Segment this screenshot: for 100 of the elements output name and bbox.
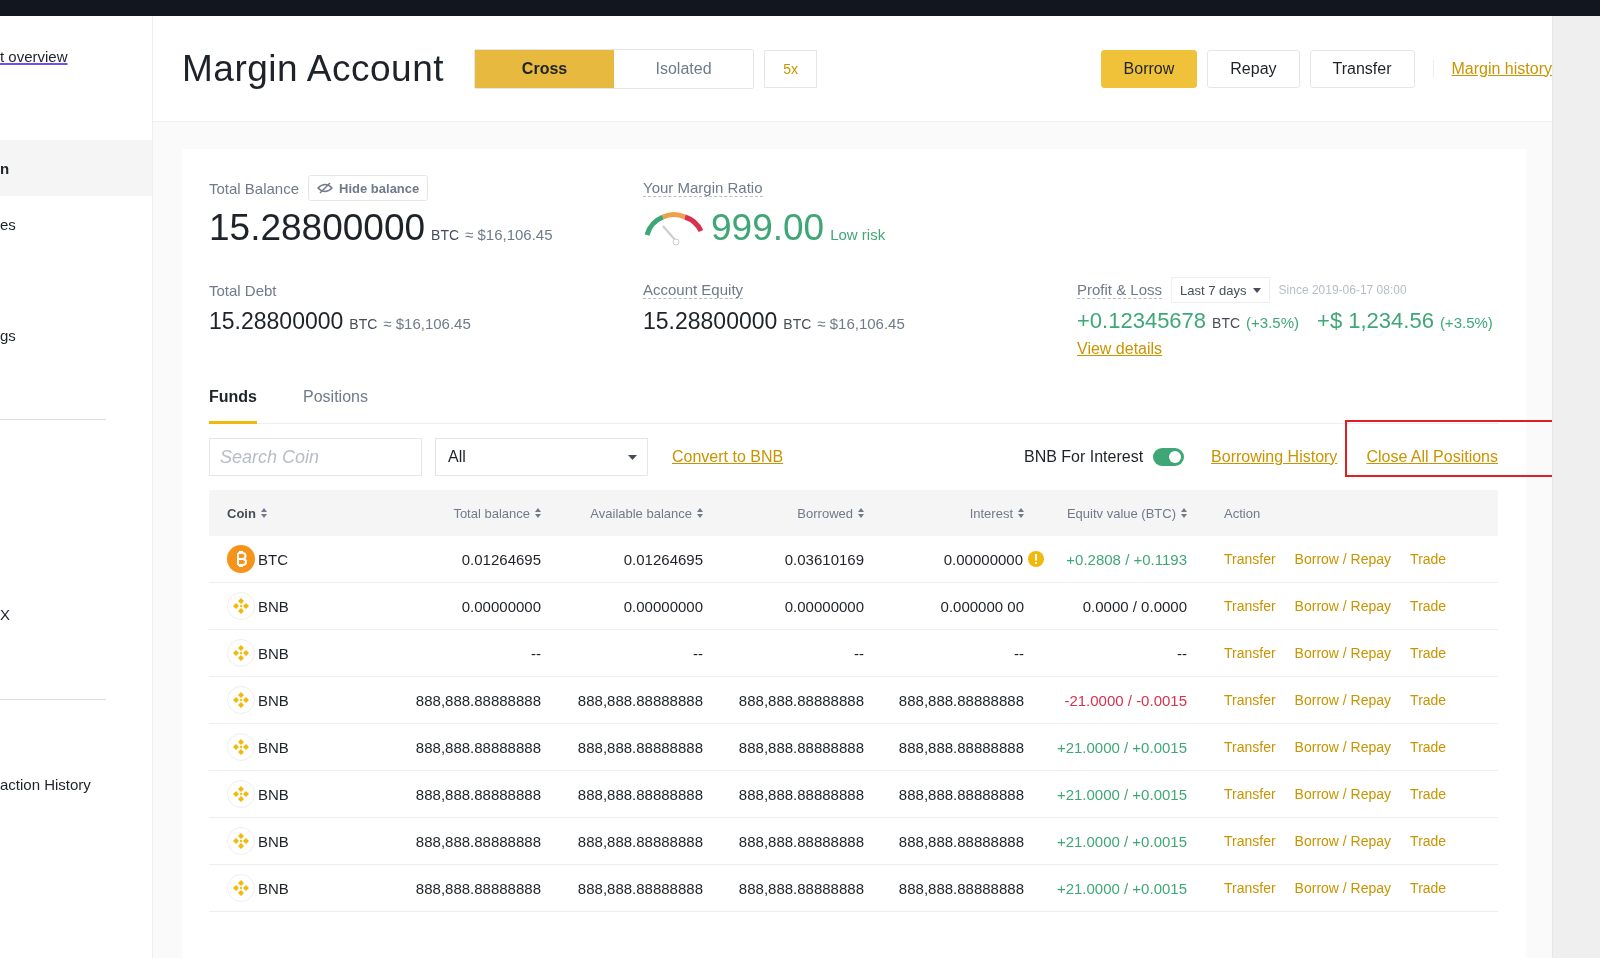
action-link[interactable]: Borrow / Repay <box>1294 880 1392 896</box>
tab[interactable]: Funds <box>209 388 257 424</box>
sidebar-link[interactable]: t overview <box>0 47 68 65</box>
borrowing-history-link[interactable]: Borrowing History <box>1211 448 1338 466</box>
column-header[interactable]: Borrowed <box>797 505 853 521</box>
table-cell: 888,888.88888888 <box>577 832 703 850</box>
table-cell: 0.01264695 <box>623 550 703 568</box>
action-link[interactable]: Transfer <box>1224 598 1276 614</box>
action-link[interactable]: Borrow / Repay <box>1294 598 1392 614</box>
column-header[interactable]: Total balance <box>453 505 530 521</box>
stat-label: Total Debt <box>209 281 277 299</box>
action-link[interactable]: Trade <box>1410 551 1447 567</box>
coin-name: BTC <box>258 550 288 568</box>
unit-label: BTC <box>349 316 378 332</box>
stat-label: Account Equity <box>643 281 744 299</box>
sidebar-item[interactable]: gs <box>0 307 152 363</box>
table-cell: 0.00000000 <box>943 550 1023 568</box>
diamond-coin-icon <box>227 874 255 902</box>
table-cell: 0.0000 / 0.0000 <box>1082 597 1187 615</box>
table-cell: 888,888.88888888 <box>898 785 1024 803</box>
sidebar-item[interactable]: action History <box>0 756 152 812</box>
action-link[interactable]: Trade <box>1410 598 1447 614</box>
sidebar-item[interactable]: X <box>0 586 152 642</box>
diamond-coin-icon <box>227 733 255 761</box>
margin-history-link[interactable]: Margin history <box>1451 59 1552 78</box>
table-cell: 888,888.88888888 <box>577 691 703 709</box>
table-cell: 0.00000000 <box>784 597 864 615</box>
action-link[interactable]: Transfer <box>1224 833 1276 849</box>
action-link[interactable]: Trade <box>1410 833 1447 849</box>
column-header[interactable]: Coin <box>227 505 256 521</box>
convert-link[interactable]: Convert to BNB <box>672 448 784 466</box>
column-header[interactable]: Interest <box>969 505 1013 521</box>
since-label: Since 2019-06-17 08:00 <box>1278 283 1407 297</box>
action-link[interactable]: Borrow / Repay <box>1294 786 1392 802</box>
action-link[interactable]: Trade <box>1410 880 1447 896</box>
table-cell: +21.0000 / +0.0015 <box>1056 879 1187 897</box>
table-cell: 888,888.88888888 <box>898 879 1024 897</box>
stat-label: Your Margin Ratio <box>643 179 763 197</box>
column-header[interactable]: Equitv value (BTC) <box>1066 505 1176 521</box>
close-all-positions-link[interactable]: Close All Positions <box>1366 448 1498 465</box>
sidebar-item[interactable]: n <box>0 140 152 196</box>
toggle-label: BNB For Interest <box>1023 448 1144 466</box>
sort-icon <box>260 508 267 518</box>
period-dropdown[interactable]: Last 7 days <box>1171 277 1270 303</box>
table-cell: -- <box>693 644 703 662</box>
filter-dropdown[interactable]: All <box>435 438 648 476</box>
table-cell: 888,888.88888888 <box>738 738 864 756</box>
search-field[interactable]: Search Coin <box>209 438 422 476</box>
action-button[interactable]: Transfer <box>1309 49 1415 88</box>
action-button[interactable]: Repay <box>1207 49 1300 88</box>
caret-icon <box>1252 287 1261 293</box>
column-header: Action <box>1224 505 1261 521</box>
action-button[interactable]: Borrow <box>1100 49 1198 88</box>
table-cell: +0.2808 / +0.1193 <box>1066 550 1187 568</box>
leverage-button[interactable]: 5x <box>764 49 818 88</box>
action-link[interactable]: Borrow / Repay <box>1294 692 1392 708</box>
view-details-link[interactable]: View details <box>1077 340 1163 358</box>
action-link[interactable]: Transfer <box>1224 880 1276 896</box>
action-link[interactable]: Borrow / Repay <box>1294 833 1392 849</box>
action-link[interactable]: Transfer <box>1224 739 1276 755</box>
action-link[interactable]: Transfer <box>1224 645 1276 661</box>
sidebar-item[interactable]: es <box>0 196 152 252</box>
margin-ratio-value: 999.00 <box>711 207 825 249</box>
table-cell: -- <box>1177 644 1187 662</box>
action-link[interactable]: Transfer <box>1224 786 1276 802</box>
table-cell: 888,888.88888888 <box>577 785 703 803</box>
sort-icon <box>858 508 864 518</box>
action-link[interactable]: Trade <box>1410 692 1447 708</box>
table-cell: +21.0000 / +0.0015 <box>1056 738 1187 756</box>
toggle-switch[interactable] <box>1153 448 1185 466</box>
debt-value: 15.28800000 <box>209 308 344 335</box>
approx-value: ≈ $16,106.45 <box>465 226 553 243</box>
table-cell: 0.01264695 <box>461 550 541 568</box>
diamond-coin-icon <box>227 780 255 808</box>
action-link[interactable]: Borrow / Repay <box>1294 739 1392 755</box>
action-link[interactable]: Borrow / Repay <box>1294 551 1392 567</box>
equity-value: 15.28800000 <box>643 308 778 335</box>
action-link[interactable]: Borrow / Repay <box>1294 645 1392 661</box>
mode-tab[interactable]: Cross <box>475 49 615 88</box>
column-header[interactable]: Available balance <box>590 505 692 521</box>
action-link[interactable]: Transfer <box>1224 692 1276 708</box>
unit-label: BTC <box>783 316 812 332</box>
action-link[interactable]: Trade <box>1410 786 1447 802</box>
coin-name: BNB <box>258 785 289 803</box>
risk-label: Low risk <box>830 226 886 243</box>
table-cell: 888,888.88888888 <box>577 738 703 756</box>
diamond-coin-icon <box>227 686 255 714</box>
diamond-coin-icon <box>227 827 255 855</box>
eye-slash-icon <box>317 182 334 194</box>
coin-name: BNB <box>258 879 289 897</box>
action-link[interactable]: Transfer <box>1224 551 1276 567</box>
table-cell: 888,888.88888888 <box>415 785 541 803</box>
gauge-icon <box>643 209 705 247</box>
sort-icon <box>535 508 541 518</box>
tab[interactable]: Positions <box>303 388 368 424</box>
action-link[interactable]: Trade <box>1410 739 1447 755</box>
approx-value: ≈ $16,106.45 <box>383 315 471 332</box>
hide-balance-button[interactable]: Hide balance <box>308 175 429 201</box>
pnl-btc-value: +0.12345678 <box>1077 308 1207 334</box>
action-link[interactable]: Trade <box>1410 645 1447 661</box>
